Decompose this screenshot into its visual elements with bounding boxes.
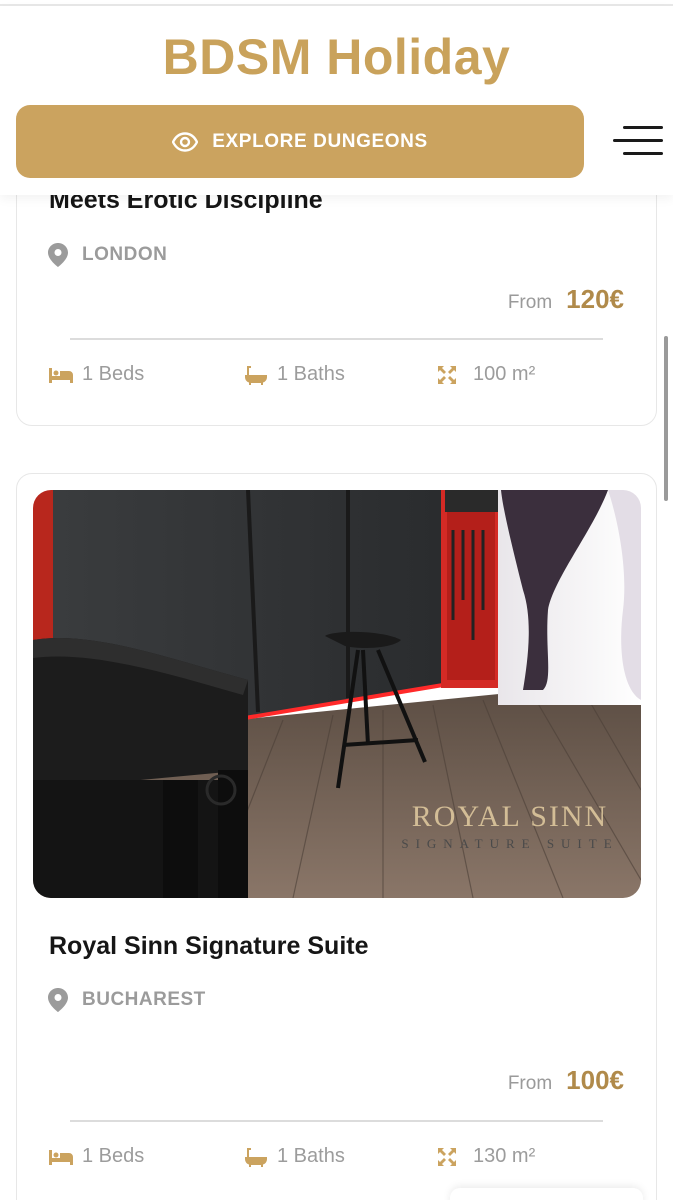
baths-label: 1 Baths (277, 1145, 345, 1167)
beds-feature: 1 Beds (48, 1145, 144, 1168)
expand-arrows-icon (438, 365, 456, 384)
price-prefix: From (507, 1073, 553, 1094)
scrollbar[interactable] (664, 336, 668, 501)
area-feature: 100 m² (437, 363, 535, 386)
bathtub-icon (245, 1147, 267, 1167)
brand-title[interactable]: BDSM Holiday (0, 28, 673, 86)
price-amount: 120€ (566, 284, 624, 314)
beds-label: 1 Beds (82, 363, 145, 385)
divider (70, 338, 603, 340)
beds-feature: 1 Beds (48, 363, 144, 386)
bottom-widget-tab[interactable] (450, 1188, 643, 1200)
map-pin-icon (48, 988, 68, 1012)
beds-label: 1 Beds (82, 1145, 145, 1167)
explore-dungeons-label: EXPLORE DUNGEONS (212, 130, 428, 152)
area-label: 130 m² (473, 1145, 536, 1167)
hamburger-menu-icon[interactable] (613, 123, 663, 159)
location-label: LONDON (82, 244, 168, 265)
bathtub-icon (245, 365, 267, 385)
listing-location: LONDON (48, 243, 167, 267)
site-header: BDSM Holiday EXPLORE DUNGEONS (0, 6, 673, 195)
map-pin-icon (48, 243, 68, 267)
divider (70, 1120, 603, 1122)
price-prefix: From (507, 292, 553, 313)
watermark-ornament (141, 802, 641, 898)
explore-dungeons-button[interactable]: EXPLORE DUNGEONS (16, 105, 584, 178)
listing-location: BUCHAREST (48, 988, 206, 1012)
expand-arrows-icon (438, 1147, 456, 1166)
baths-feature: 1 Baths (243, 363, 345, 386)
baths-label: 1 Baths (277, 363, 345, 385)
baths-feature: 1 Baths (243, 1145, 345, 1168)
listing-photo[interactable]: ROYAL SINN SIGNATURE SUITE (33, 490, 641, 898)
bed-icon (49, 367, 73, 383)
eye-icon (172, 131, 199, 152)
listing-card[interactable]: ROYAL SINN SIGNATURE SUITE Royal Sinn Si… (16, 473, 657, 1200)
bed-icon (49, 1149, 73, 1165)
listing-price: From 100€ (508, 1065, 624, 1096)
listing-title[interactable]: Royal Sinn Signature Suite (49, 932, 369, 961)
area-feature: 130 m² (437, 1145, 535, 1168)
price-amount: 100€ (566, 1065, 624, 1095)
area-label: 100 m² (473, 363, 536, 385)
listing-price: From 120€ (508, 284, 624, 315)
location-label: BUCHAREST (82, 989, 206, 1010)
